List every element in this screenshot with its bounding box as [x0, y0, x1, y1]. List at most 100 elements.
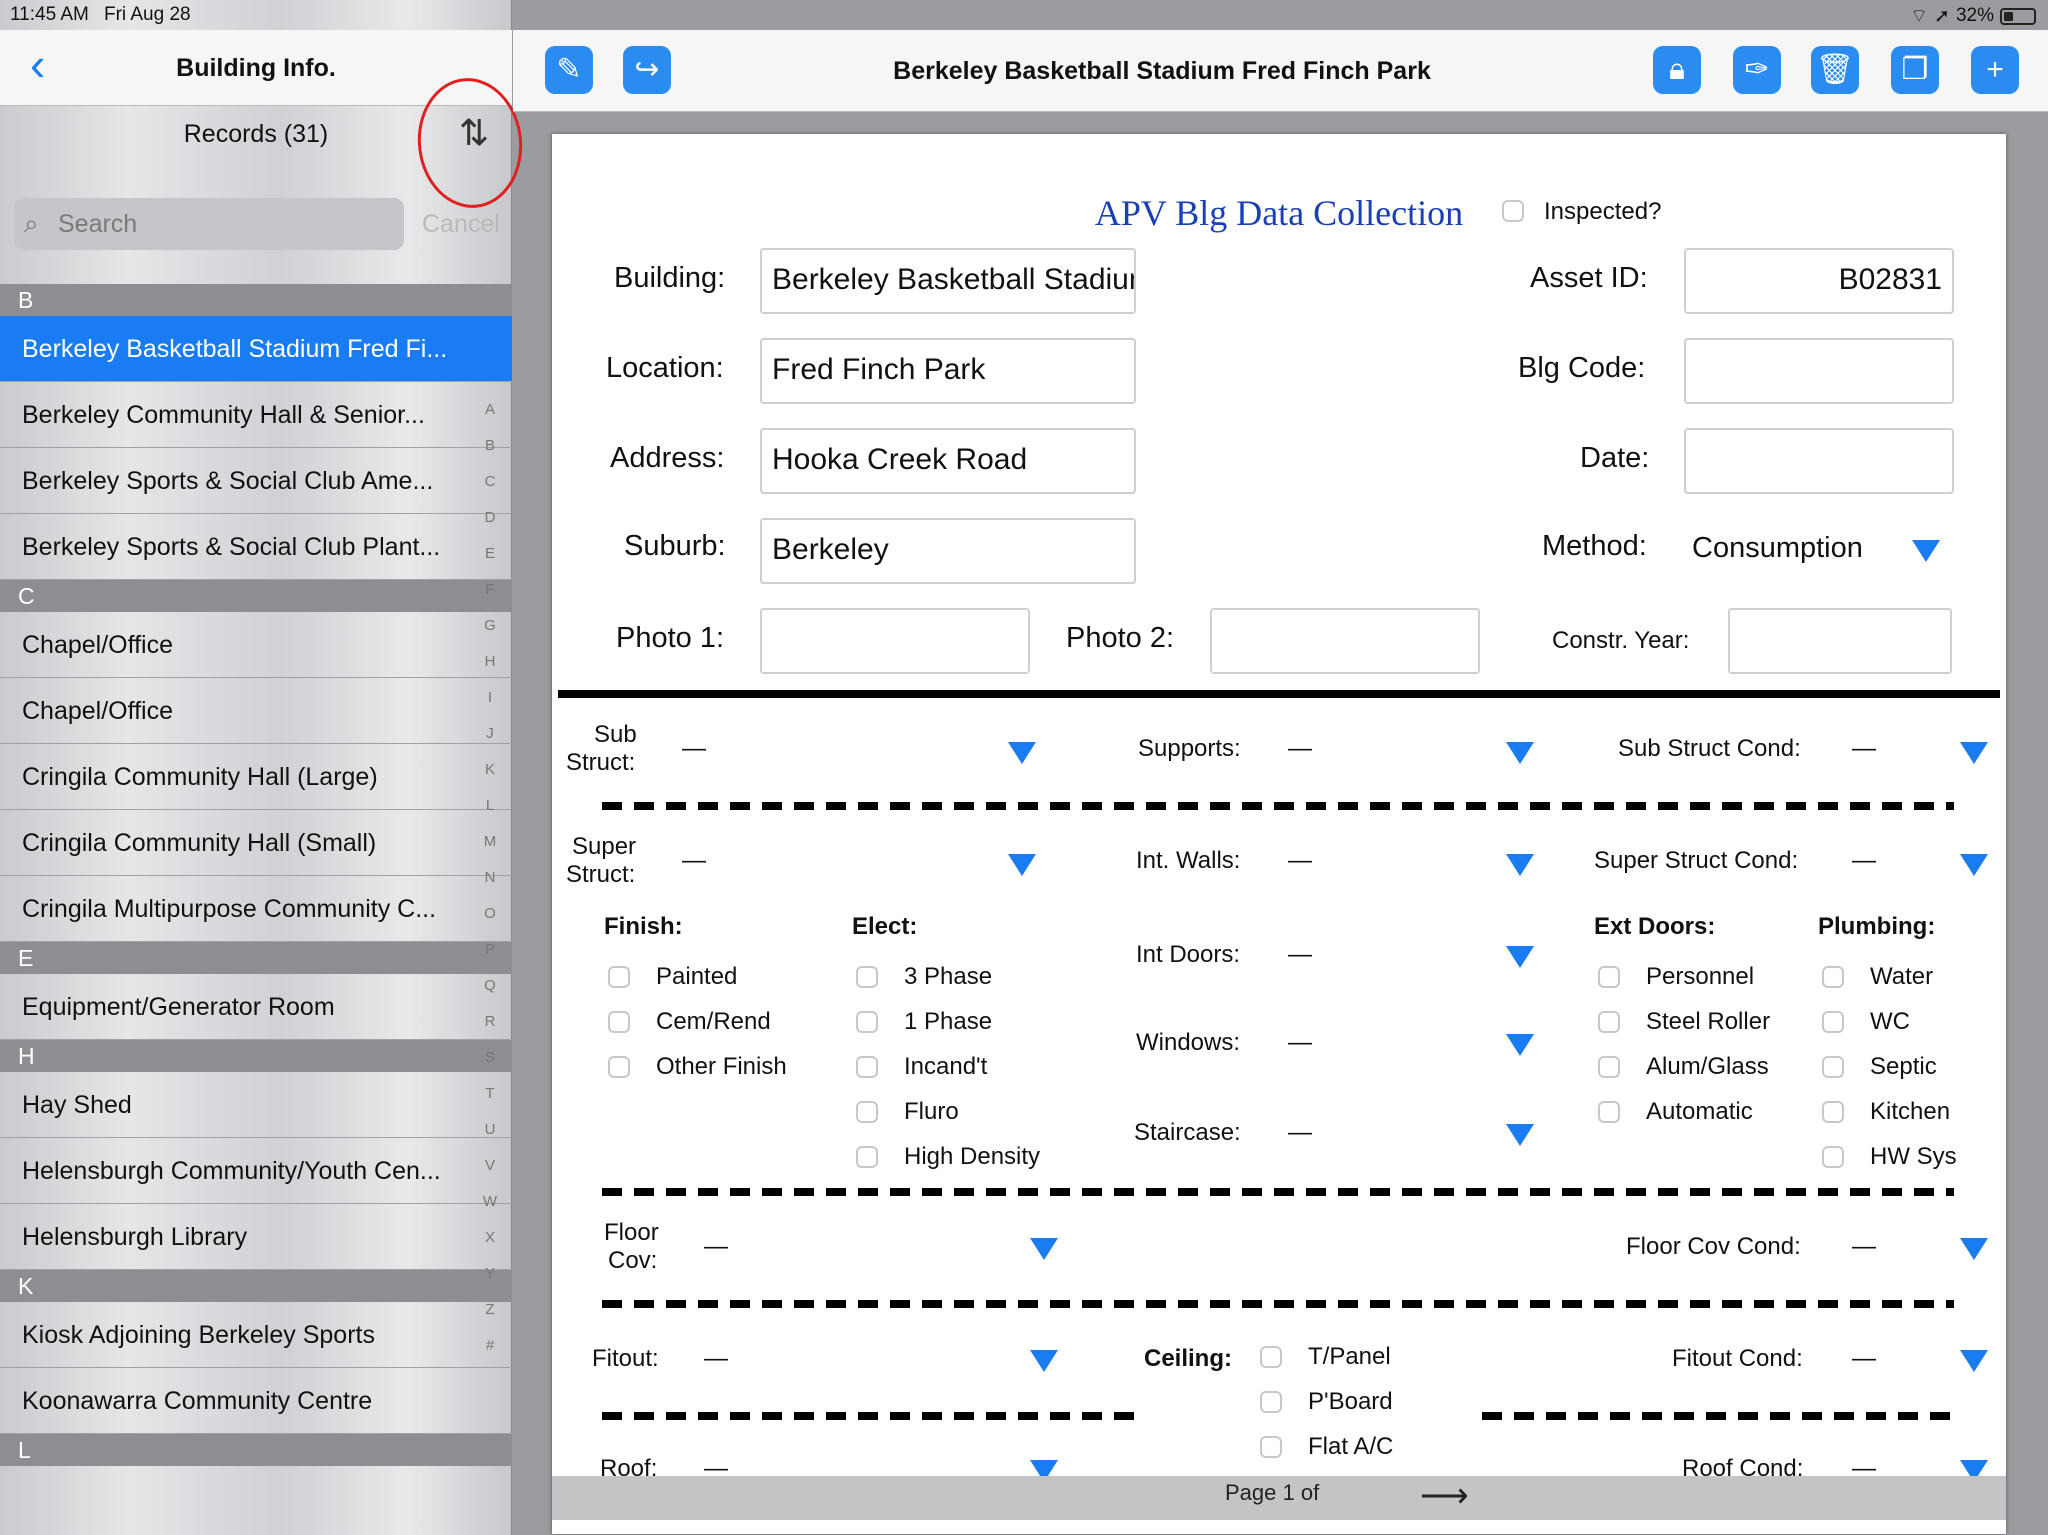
plumbing-checkbox[interactable]	[1822, 1011, 1844, 1033]
index-letter[interactable]: V	[482, 1148, 498, 1184]
fitout-value[interactable]: —	[704, 1344, 728, 1373]
finish-checkbox[interactable]	[608, 1011, 630, 1033]
index-letter[interactable]: U	[482, 1112, 498, 1148]
staircase-value[interactable]: —	[1288, 1118, 1312, 1147]
windows-value[interactable]: —	[1288, 1028, 1312, 1057]
plumbing-checkbox[interactable]	[1822, 1101, 1844, 1123]
index-letter[interactable]: R	[482, 1004, 498, 1040]
int-walls-dropdown-icon[interactable]	[1506, 854, 1534, 876]
index-letter[interactable]: T	[482, 1076, 498, 1112]
cancel-button[interactable]: Cancel	[422, 210, 500, 239]
photo2-field[interactable]	[1210, 608, 1480, 674]
super-struct-cond-dropdown-icon[interactable]	[1960, 854, 1988, 876]
list-item[interactable]: Helensburgh Community/Youth Cen...	[0, 1138, 512, 1204]
ceiling-checkbox[interactable]	[1260, 1391, 1282, 1413]
int-walls-value[interactable]: —	[1288, 846, 1312, 875]
super-struct-dropdown-icon[interactable]	[1008, 854, 1036, 876]
list-item[interactable]: Koonawarra Community Centre	[0, 1368, 512, 1434]
floor-cov-cond-dropdown-icon[interactable]	[1960, 1238, 1988, 1260]
list-item[interactable]: Berkeley Sports & Social Club Ame...	[0, 448, 512, 514]
index-letter[interactable]: Y	[482, 1256, 498, 1292]
supports-value[interactable]: —	[1288, 734, 1312, 763]
sub-struct-dropdown-icon[interactable]	[1008, 742, 1036, 764]
ext-doors-checkbox[interactable]	[1598, 966, 1620, 988]
list-item[interactable]: Chapel/Office	[0, 678, 512, 744]
date-field[interactable]	[1684, 428, 1954, 494]
index-letter[interactable]: Q	[482, 968, 498, 1004]
list-item[interactable]: Hay Shed	[0, 1072, 512, 1138]
list-item[interactable]: Cringila Multipurpose Community C...	[0, 876, 512, 942]
list-item[interactable]: Equipment/Generator Room	[0, 974, 512, 1040]
inspected-checkbox[interactable]	[1502, 200, 1524, 222]
index-letter[interactable]: A	[482, 392, 498, 428]
elect-checkbox[interactable]	[856, 1146, 878, 1168]
floor-cov-cond-value[interactable]: —	[1852, 1232, 1876, 1261]
index-letter[interactable]: D	[482, 500, 498, 536]
index-letter[interactable]: L	[482, 788, 498, 824]
fitout-cond-dropdown-icon[interactable]	[1960, 1350, 1988, 1372]
index-letter[interactable]: Z	[482, 1292, 498, 1328]
building-field[interactable]: Berkeley Basketball Stadium Fre…	[760, 248, 1136, 314]
list-item[interactable]: Chapel/Office	[0, 612, 512, 678]
plumbing-checkbox[interactable]	[1822, 1056, 1844, 1078]
search-bar[interactable]: ⌕	[14, 198, 404, 250]
fitout-cond-value[interactable]: —	[1852, 1344, 1876, 1373]
asset-id-field[interactable]: B02831	[1684, 248, 1954, 314]
list-item[interactable]: Berkeley Community Hall & Senior...	[0, 382, 512, 448]
ceiling-checkbox[interactable]	[1260, 1436, 1282, 1458]
next-page-arrow-icon[interactable]: ⟶	[1420, 1476, 1469, 1516]
index-letter[interactable]: X	[482, 1220, 498, 1256]
blg-code-field[interactable]	[1684, 338, 1954, 404]
index-letter[interactable]: H	[482, 644, 498, 680]
super-struct-cond-value[interactable]: —	[1852, 846, 1876, 875]
super-struct-value[interactable]: —	[682, 846, 706, 875]
method-dropdown-icon[interactable]	[1912, 540, 1940, 562]
elect-checkbox[interactable]	[856, 966, 878, 988]
int-doors-dropdown-icon[interactable]	[1506, 946, 1534, 968]
int-doors-value[interactable]: —	[1288, 940, 1312, 969]
location-field[interactable]: Fred Finch Park	[760, 338, 1136, 404]
supports-dropdown-icon[interactable]	[1506, 742, 1534, 764]
staircase-dropdown-icon[interactable]	[1506, 1124, 1534, 1146]
list-item[interactable]: Helensburgh Library	[0, 1204, 512, 1270]
index-letter[interactable]: W	[482, 1184, 498, 1220]
list-item[interactable]: Cringila Community Hall (Large)	[0, 744, 512, 810]
index-letter[interactable]: G	[482, 608, 498, 644]
index-letter[interactable]: M	[482, 824, 498, 860]
windows-dropdown-icon[interactable]	[1506, 1034, 1534, 1056]
suburb-field[interactable]: Berkeley	[760, 518, 1136, 584]
floor-cov-dropdown-icon[interactable]	[1030, 1238, 1058, 1260]
alphabet-index[interactable]: A B C D E F G H I J K L M N O P Q R S T U V W X Y Z #	[482, 392, 498, 1364]
elect-checkbox[interactable]	[856, 1056, 878, 1078]
index-letter[interactable]: #	[482, 1328, 498, 1364]
index-letter[interactable]: N	[482, 860, 498, 896]
trash-icon[interactable]: 🗑︎	[1811, 46, 1859, 94]
copy-icon[interactable]: ❐	[1891, 46, 1939, 94]
list-item[interactable]: Cringila Community Hall (Small)	[0, 810, 512, 876]
index-letter[interactable]: B	[482, 428, 498, 464]
constr-year-field[interactable]	[1728, 608, 1952, 674]
address-field[interactable]: Hooka Creek Road	[760, 428, 1136, 494]
index-letter[interactable]: S	[482, 1040, 498, 1076]
ext-doors-checkbox[interactable]	[1598, 1011, 1620, 1033]
plumbing-checkbox[interactable]	[1822, 1146, 1844, 1168]
elect-checkbox[interactable]	[856, 1011, 878, 1033]
photo1-field[interactable]	[760, 608, 1030, 674]
fitout-dropdown-icon[interactable]	[1030, 1350, 1058, 1372]
plus-icon[interactable]: +	[1971, 46, 2019, 94]
ext-doors-checkbox[interactable]	[1598, 1056, 1620, 1078]
finish-checkbox[interactable]	[608, 1056, 630, 1078]
index-letter[interactable]: K	[482, 752, 498, 788]
index-letter[interactable]: F	[482, 572, 498, 608]
ext-doors-checkbox[interactable]	[1598, 1101, 1620, 1123]
sub-struct-cond-dropdown-icon[interactable]	[1960, 742, 1988, 764]
list-item[interactable]: Berkeley Basketball Stadium Fred Fi...	[0, 316, 512, 382]
floor-cov-value[interactable]: —	[704, 1232, 728, 1261]
ceiling-checkbox[interactable]	[1260, 1346, 1282, 1368]
list-item[interactable]: Berkeley Sports & Social Club Plant...	[0, 514, 512, 580]
list-item[interactable]: Kiosk Adjoining Berkeley Sports	[0, 1302, 512, 1368]
index-letter[interactable]: I	[482, 680, 498, 716]
sub-struct-cond-value[interactable]: —	[1852, 734, 1876, 763]
elect-checkbox[interactable]	[856, 1101, 878, 1123]
method-value[interactable]: Consumption	[1692, 532, 1863, 565]
